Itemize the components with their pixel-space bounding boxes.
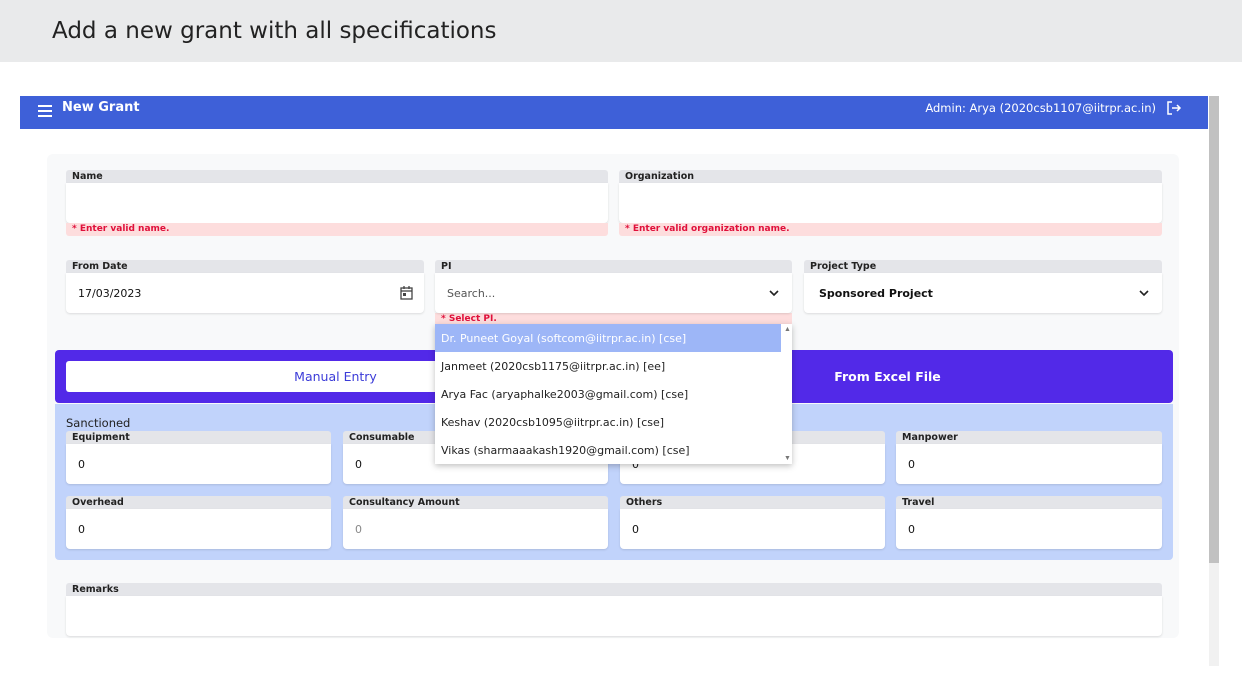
from-date-value: 17/03/2023 (78, 286, 142, 300)
organization-label: Organization (619, 170, 1162, 183)
menu-icon[interactable] (38, 105, 52, 117)
organization-input[interactable] (619, 183, 1162, 223)
project-type-value: Sponsored Project (819, 286, 933, 300)
pi-field: PI Search... * Select PI. (435, 260, 792, 326)
scroll-down-icon[interactable]: ▼ (784, 455, 791, 462)
dropdown-scrollbar[interactable]: ▲ ▼ (781, 324, 792, 464)
overhead-field: Overhead 0 (66, 496, 331, 549)
travel-field: Travel 0 (896, 496, 1162, 549)
travel-label: Travel (896, 496, 1162, 509)
from-date-field: From Date 17/03/2023 (66, 260, 424, 313)
pi-option[interactable]: Arya Fac (aryaphalke2003@gmail.com) [cse… (435, 380, 781, 408)
from-date-input[interactable]: 17/03/2023 (66, 273, 424, 313)
manpower-input[interactable]: 0 (896, 444, 1162, 484)
pi-label: PI (435, 260, 792, 273)
from-date-label: From Date (66, 260, 424, 273)
organization-field: Organization * Enter valid organization … (619, 170, 1162, 236)
remarks-label: Remarks (66, 583, 1162, 596)
chevron-down-icon[interactable] (1138, 287, 1150, 299)
name-error: * Enter valid name. (66, 223, 608, 236)
name-field: Name * Enter valid name. (66, 170, 608, 236)
caption-bar: Add a new grant with all specifications (0, 0, 1242, 62)
calendar-icon[interactable] (400, 286, 413, 300)
top-navbar: New Grant Admin: Arya (2020csb1107@iitrp… (20, 96, 1208, 129)
page-caption: Add a new grant with all specifications (52, 18, 497, 44)
equipment-input[interactable]: 0 (66, 444, 331, 484)
app-frame: New Grant Admin: Arya (2020csb1107@iitrp… (0, 62, 1242, 691)
consultancy-amount-label: Consultancy Amount (343, 496, 608, 509)
navbar-title: New Grant (62, 100, 140, 115)
scroll-up-icon[interactable]: ▲ (784, 326, 791, 333)
others-input[interactable]: 0 (620, 509, 885, 549)
travel-input[interactable]: 0 (896, 509, 1162, 549)
manpower-label: Manpower (896, 431, 1162, 444)
remarks-field: Remarks (66, 583, 1162, 636)
chevron-down-icon[interactable] (768, 287, 780, 299)
user-info: Admin: Arya (2020csb1107@iitrpr.ac.in) (925, 101, 1156, 115)
pi-option[interactable]: Dr. Puneet Goyal (softcom@iitrpr.ac.in) … (435, 324, 781, 352)
overhead-label: Overhead (66, 496, 331, 509)
pi-option[interactable]: Vikas (sharmaaakash1920@gmail.com) [cse] (435, 436, 781, 464)
consultancy-amount-field: Consultancy Amount 0 (343, 496, 608, 549)
equipment-label: Equipment (66, 431, 331, 444)
name-label: Name (66, 170, 608, 183)
sanctioned-title: Sanctioned (66, 416, 131, 430)
pi-option[interactable]: Janmeet (2020csb1175@iitrpr.ac.in) [ee] (435, 352, 781, 380)
name-input[interactable] (66, 183, 608, 223)
organization-error: * Enter valid organization name. (619, 223, 1162, 236)
pi-search-placeholder: Search... (447, 286, 496, 300)
pi-option[interactable]: Keshav (2020csb1095@iitrpr.ac.in) [cse] (435, 408, 781, 436)
project-type-select[interactable]: Sponsored Project (804, 273, 1162, 313)
others-field: Others 0 (620, 496, 885, 549)
pi-dropdown-menu: Dr. Puneet Goyal (softcom@iitrpr.ac.in) … (435, 324, 792, 464)
manpower-field: Manpower 0 (896, 431, 1162, 484)
project-type-label: Project Type (804, 260, 1162, 273)
equipment-field: Equipment 0 (66, 431, 331, 484)
remarks-input[interactable] (66, 596, 1162, 636)
others-label: Others (620, 496, 885, 509)
logout-icon[interactable] (1166, 100, 1182, 116)
page-scrollbar-thumb[interactable] (1209, 96, 1219, 563)
consultancy-amount-input[interactable]: 0 (343, 509, 608, 549)
project-type-field: Project Type Sponsored Project (804, 260, 1162, 313)
overhead-input[interactable]: 0 (66, 509, 331, 549)
pi-select[interactable]: Search... (435, 273, 792, 313)
